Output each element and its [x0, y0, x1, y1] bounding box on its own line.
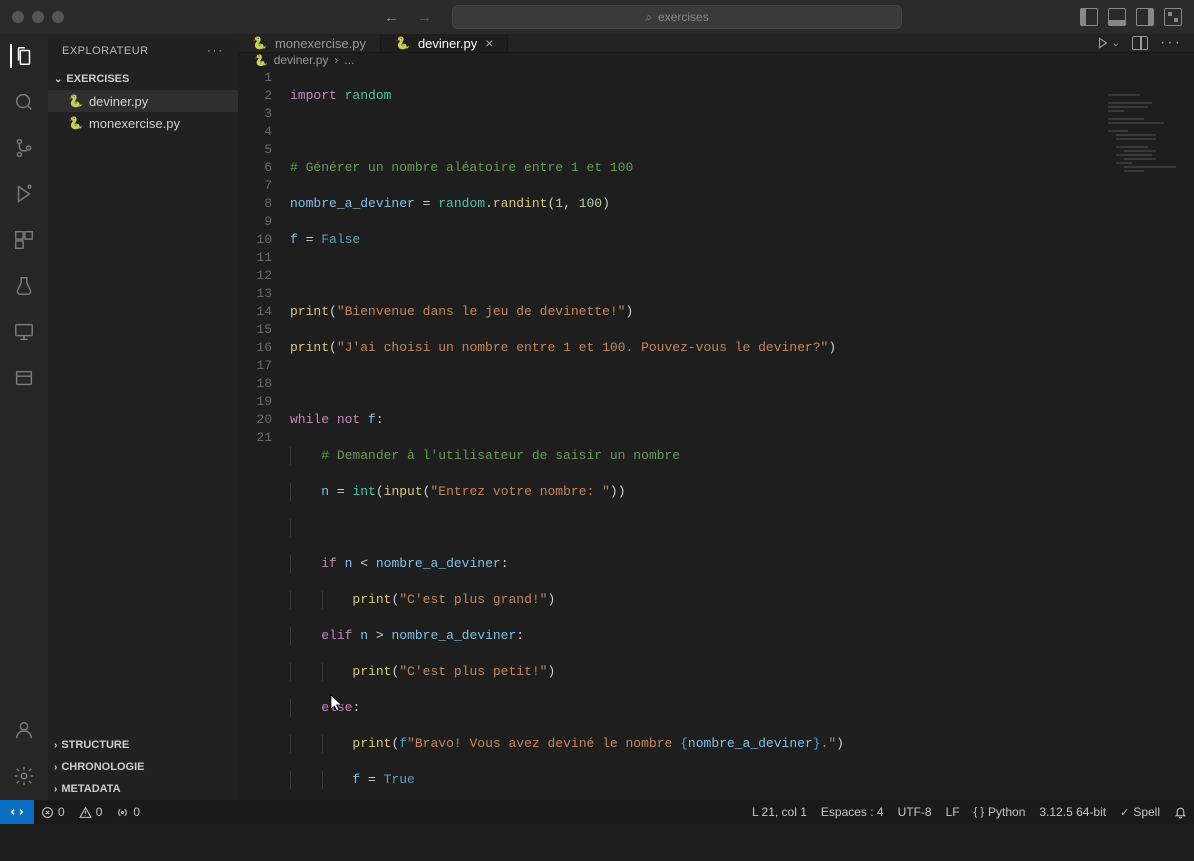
line-gutter: 123456789101112131415161718192021: [238, 67, 290, 861]
maximize-window-icon[interactable]: [52, 11, 64, 23]
folder-name: EXERCISES: [66, 73, 129, 85]
section-label: STRUCTURE: [61, 739, 129, 751]
section-structure[interactable]: › STRUCTURE: [48, 734, 238, 756]
python-file-icon: 🐍: [252, 36, 267, 50]
explorer-icon[interactable]: [10, 44, 36, 68]
section-label: CHRONOLOGIE: [61, 761, 144, 773]
problems-warnings[interactable]: 0: [72, 805, 110, 819]
tab-monexercise[interactable]: 🐍 monexercise.py: [238, 34, 381, 52]
extensions-icon[interactable]: [12, 228, 36, 252]
nav-forward-icon[interactable]: →: [417, 9, 432, 26]
more-icon[interactable]: ···: [207, 45, 224, 57]
close-window-icon[interactable]: [12, 11, 24, 23]
run-button[interactable]: ⌄: [1096, 36, 1120, 50]
settings-gear-icon[interactable]: [12, 764, 36, 788]
problems-errors[interactable]: 0: [34, 805, 72, 819]
python-file-icon: 🐍: [254, 54, 268, 67]
panel-bottom-icon[interactable]: [1108, 8, 1126, 26]
folder-header[interactable]: ⌄ EXERCISES: [48, 68, 238, 90]
testing-icon[interactable]: [12, 274, 36, 298]
search-input[interactable]: ⌕ exercises: [452, 5, 902, 29]
tab-deviner[interactable]: 🐍 deviner.py ×: [381, 34, 508, 52]
run-debug-icon[interactable]: [12, 182, 36, 206]
remote-explorer-icon[interactable]: [12, 320, 36, 344]
ports-status[interactable]: 0: [109, 805, 147, 819]
search-sidebar-icon[interactable]: [12, 90, 36, 114]
source-control-icon[interactable]: [12, 136, 36, 160]
python-file-icon: 🐍: [395, 36, 410, 50]
chevron-right-icon: ›: [54, 784, 57, 795]
section-label: METADATA: [61, 783, 120, 795]
window-controls[interactable]: [12, 11, 64, 23]
nav-back-icon[interactable]: ←: [384, 9, 399, 26]
chevron-down-icon: ⌄: [54, 74, 62, 85]
split-editor-icon[interactable]: [1132, 36, 1148, 50]
search-placeholder: exercises: [658, 10, 709, 24]
panel-right-icon[interactable]: [1136, 8, 1154, 26]
tab-label: monexercise.py: [275, 36, 366, 51]
breadcrumb[interactable]: 🐍 deviner.py › ...: [238, 53, 1194, 67]
breadcrumb-rest: ...: [344, 53, 354, 67]
tab-bar: 🐍 monexercise.py 🐍 deviner.py × ⌄ ···: [238, 34, 1194, 53]
code-editor[interactable]: 123456789101112131415161718192021 import…: [238, 67, 1194, 861]
breadcrumb-sep: ›: [334, 53, 338, 67]
chevron-down-icon[interactable]: ⌄: [1112, 38, 1120, 49]
editor-area: 🐍 monexercise.py 🐍 deviner.py × ⌄ ··· 🐍 …: [238, 34, 1194, 800]
database-icon[interactable]: [12, 366, 36, 390]
tab-label: deviner.py: [418, 36, 477, 51]
code-content[interactable]: import random # Générer un nombre aléato…: [290, 67, 1194, 861]
chevron-right-icon: ›: [54, 740, 57, 751]
section-chronologie[interactable]: › CHRONOLOGIE: [48, 756, 238, 778]
minimap[interactable]: [1108, 94, 1188, 164]
file-label: deviner.py: [89, 94, 148, 109]
activity-bar: [0, 34, 48, 800]
section-metadata[interactable]: › METADATA: [48, 778, 238, 800]
minimize-window-icon[interactable]: [32, 11, 44, 23]
breadcrumb-file: deviner.py: [274, 53, 329, 67]
python-file-icon: 🐍: [68, 116, 83, 130]
remote-button[interactable]: [0, 800, 34, 824]
account-icon[interactable]: [12, 718, 36, 742]
title-bar: ← → ⌕ exercises: [0, 0, 1194, 34]
explorer-title: EXPLORATEUR: [62, 45, 149, 57]
python-file-icon: 🐍: [68, 94, 83, 108]
layout-icon[interactable]: [1164, 8, 1182, 26]
explorer-sidebar: EXPLORATEUR ··· ⌄ EXERCISES 🐍 deviner.py…: [48, 34, 238, 800]
chevron-right-icon: ›: [54, 762, 57, 773]
close-tab-icon[interactable]: ×: [485, 35, 493, 51]
search-icon: ⌕: [645, 10, 652, 25]
panel-left-icon[interactable]: [1080, 8, 1098, 26]
more-icon[interactable]: ···: [1160, 34, 1182, 52]
file-label: monexercise.py: [89, 116, 180, 131]
file-item-monexercise[interactable]: 🐍 monexercise.py: [48, 112, 238, 134]
file-item-deviner[interactable]: 🐍 deviner.py: [48, 90, 238, 112]
